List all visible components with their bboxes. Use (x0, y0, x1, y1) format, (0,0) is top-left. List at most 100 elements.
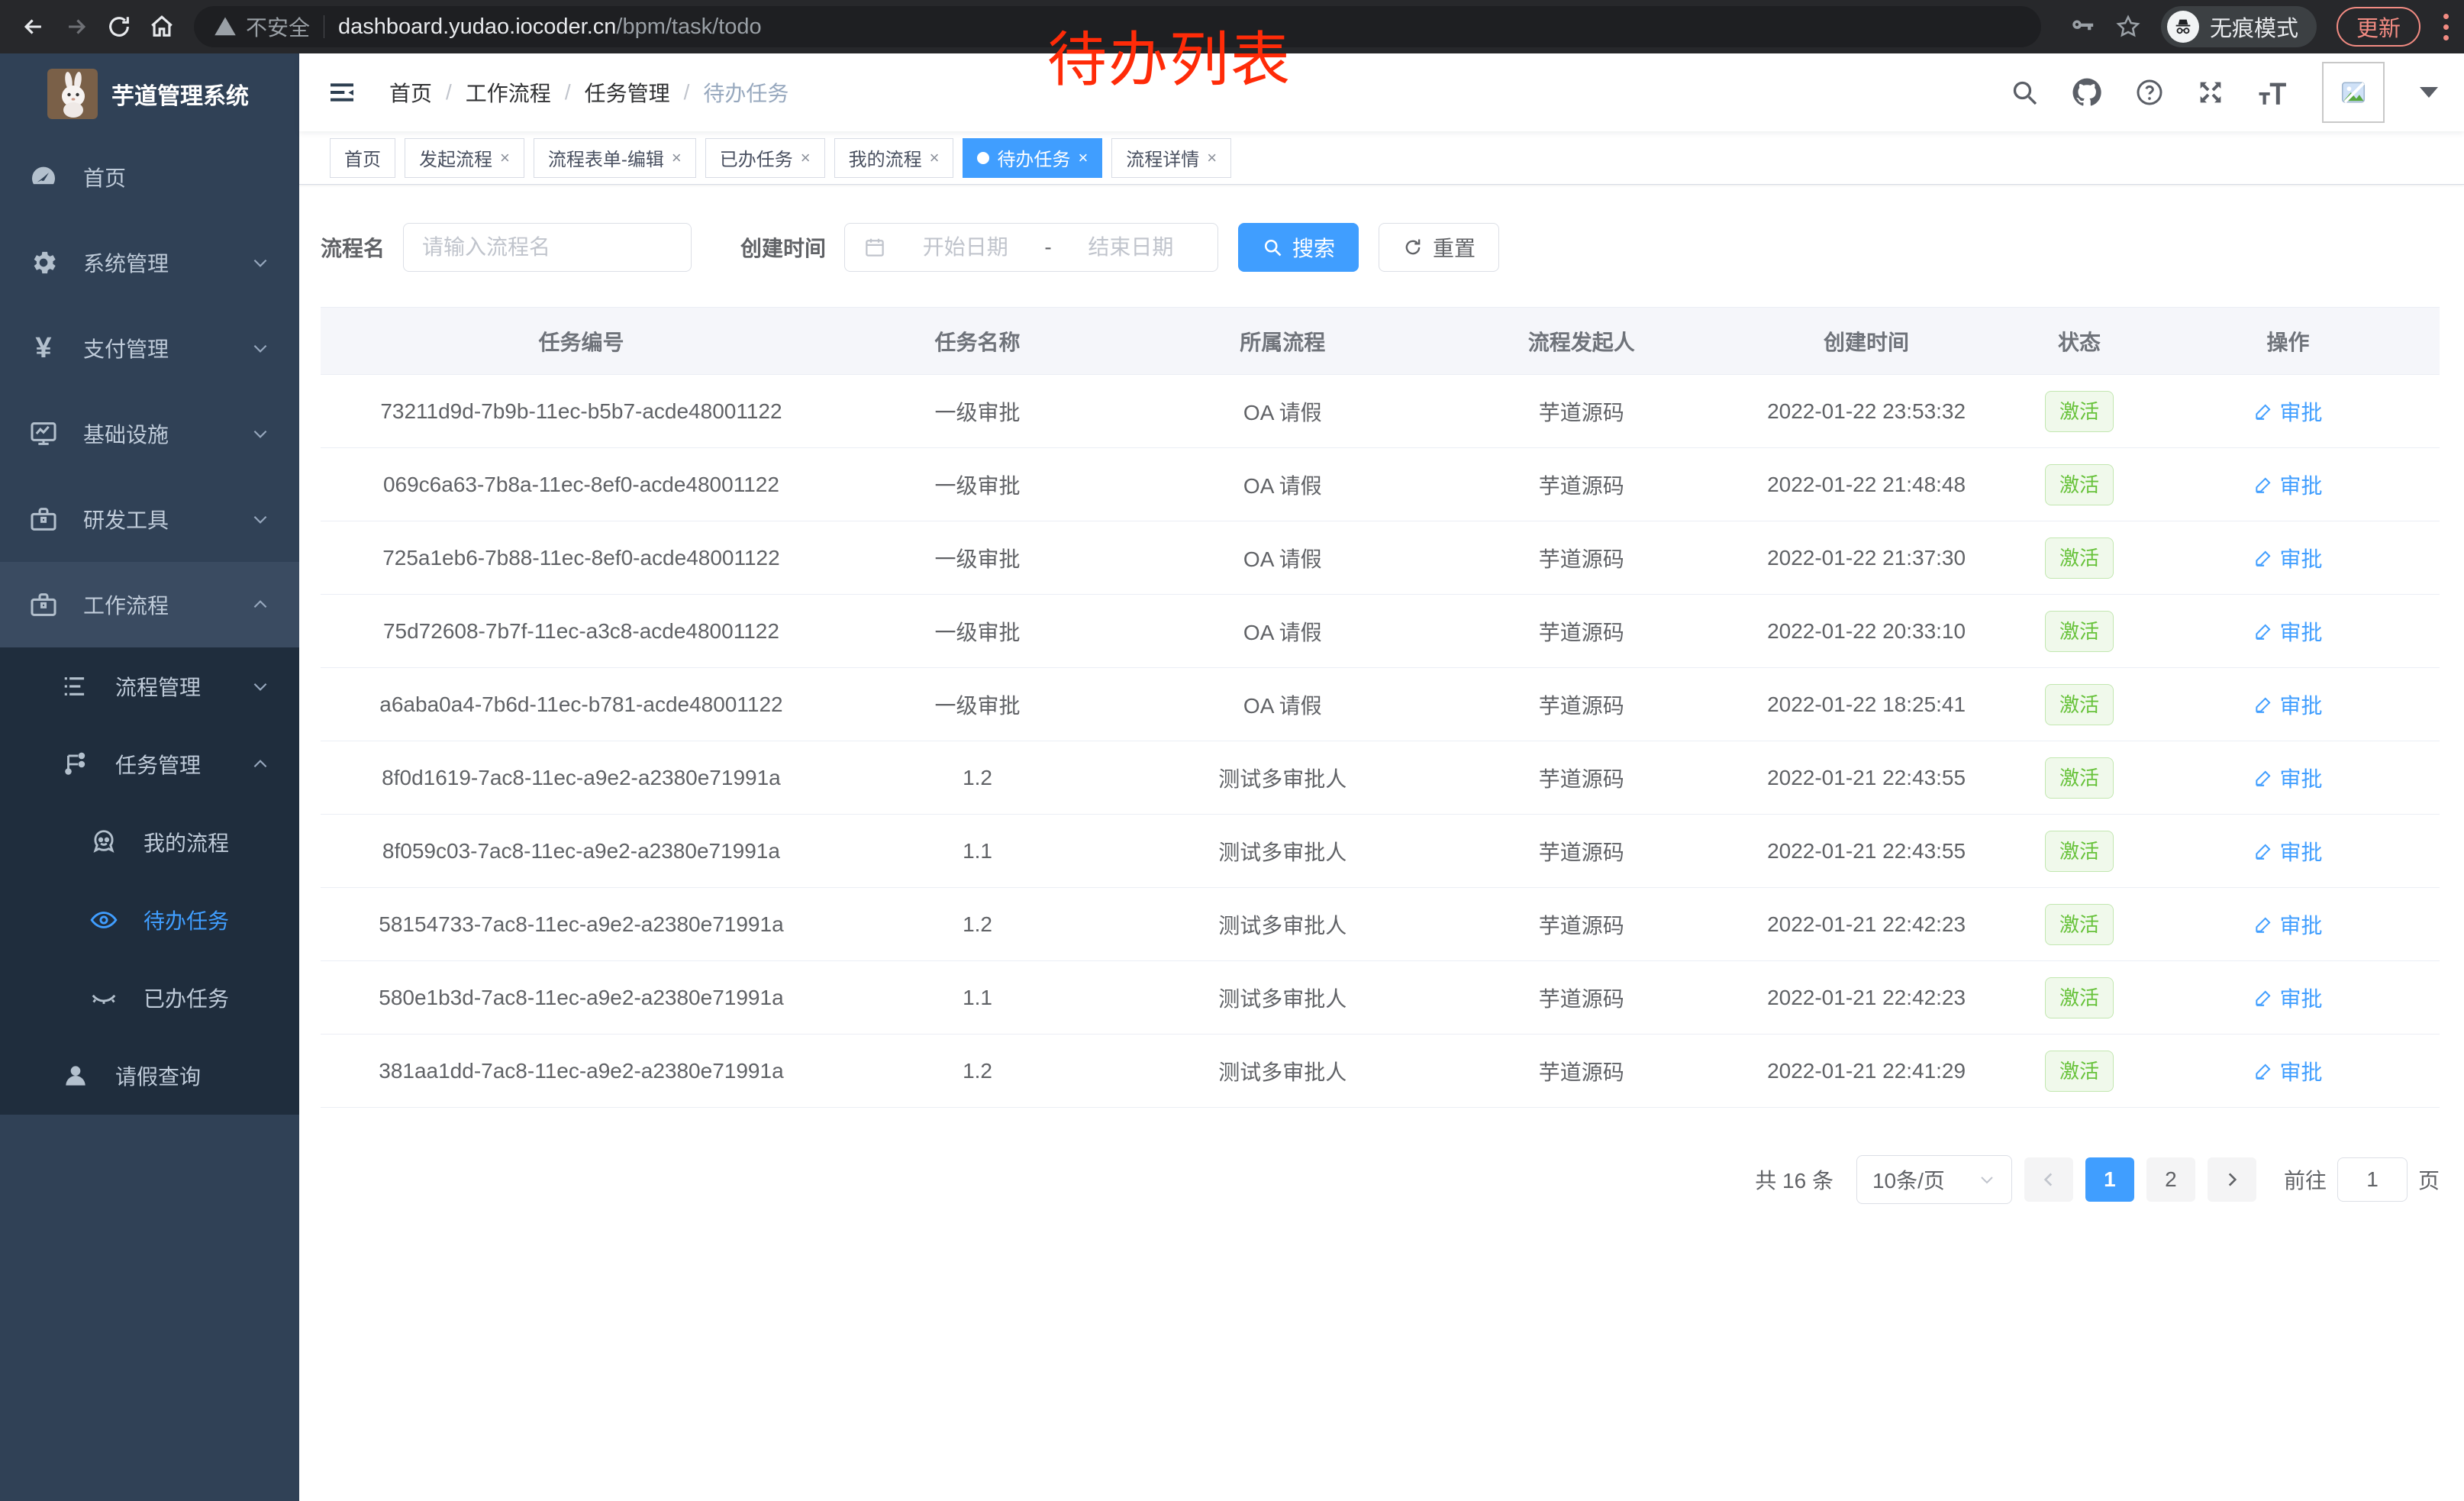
approve-link[interactable]: 审批 (2253, 983, 2322, 1013)
approve-link[interactable]: 审批 (2253, 836, 2322, 867)
process-name-input[interactable] (422, 235, 672, 260)
breadcrumb-workflow[interactable]: 工作流程 (466, 77, 551, 108)
goto-suffix: 页 (2418, 1164, 2440, 1195)
github-icon[interactable] (2070, 76, 2104, 109)
status-badge: 激活 (2045, 611, 2114, 652)
browser-reload-button[interactable] (98, 5, 140, 48)
app-logo-row[interactable]: 芋道管理系统 (0, 53, 299, 134)
status-badge: 激活 (2045, 464, 2114, 505)
page-button-2[interactable]: 2 (2146, 1157, 2195, 1202)
sidebar-item-infrastructure[interactable]: 基础设施 (0, 391, 299, 476)
url-path: /bpm/task/todo (616, 15, 761, 40)
briefcase-icon (25, 589, 62, 620)
sidebar-item-workflow[interactable]: 工作流程 (0, 562, 299, 647)
tab-home[interactable]: 首页 (330, 138, 395, 178)
help-icon[interactable] (2134, 77, 2165, 108)
prev-page-button[interactable] (2024, 1157, 2073, 1202)
close-icon[interactable]: × (1207, 148, 1217, 168)
browser-back-button[interactable] (12, 5, 55, 48)
sidebar-item-done-tasks[interactable]: 已办任务 (0, 959, 299, 1037)
approve-link[interactable]: 审批 (2253, 543, 2322, 573)
start-date-input[interactable] (897, 235, 1034, 260)
password-key-icon[interactable] (2069, 14, 2095, 40)
sidebar-item-task-management[interactable]: 任务管理 (0, 725, 299, 803)
table-row: 75d72608-7b7f-11ec-a3c8-acde48001122一级审批… (321, 595, 2440, 668)
approve-link[interactable]: 审批 (2253, 763, 2322, 793)
pagination-total: 共 16 条 (1755, 1164, 1833, 1195)
sidebar-collapse-icon[interactable] (321, 71, 363, 114)
sidebar-item-todo-tasks[interactable]: 待办任务 (0, 881, 299, 959)
sidebar-item-payment[interactable]: ¥ 支付管理 (0, 305, 299, 391)
tab-done-tasks[interactable]: 已办任务× (705, 138, 825, 178)
approve-link[interactable]: 审批 (2253, 909, 2322, 940)
search-icon[interactable] (2009, 77, 2040, 108)
page-content: 流程名 创建时间 - 搜索 (299, 185, 2464, 1501)
tab-process-form-edit[interactable]: 流程表单-编辑× (534, 138, 696, 178)
close-icon[interactable]: × (1078, 148, 1088, 168)
col-task-id: 任务编号 (321, 308, 842, 375)
sidebar-item-my-process[interactable]: 我的流程 (0, 803, 299, 881)
table-row: 8f0d1619-7ac8-11ec-a9e2-a2380e71991a1.2测… (321, 741, 2440, 815)
sidebar-item-leave-query[interactable]: 请假查询 (0, 1037, 299, 1115)
close-icon[interactable]: × (801, 148, 811, 168)
chevron-down-icon (250, 424, 270, 444)
tab-start-process[interactable]: 发起流程× (405, 138, 524, 178)
chevron-down-icon (250, 338, 270, 358)
not-secure-label: 不安全 (246, 11, 310, 42)
chevron-up-icon (250, 595, 270, 615)
status-badge: 激活 (2045, 977, 2114, 1018)
sidebar-item-system[interactable]: 系统管理 (0, 220, 299, 305)
col-created: 创建时间 (1711, 308, 2022, 375)
approve-link[interactable]: 审批 (2253, 616, 2322, 647)
search-button[interactable]: 搜索 (1238, 223, 1359, 272)
goto-label: 前往 (2284, 1164, 2327, 1195)
approve-link[interactable]: 审批 (2253, 396, 2322, 427)
end-date-input[interactable] (1063, 235, 1199, 260)
close-icon[interactable]: × (672, 148, 682, 168)
font-size-icon[interactable] (2256, 77, 2291, 108)
status-badge: 激活 (2045, 757, 2114, 799)
tree-list-icon (57, 672, 94, 701)
breadcrumb-task-management[interactable]: 任务管理 (585, 77, 670, 108)
next-page-button[interactable] (2208, 1157, 2256, 1202)
approve-link[interactable]: 审批 (2253, 689, 2322, 720)
close-icon[interactable]: × (500, 148, 510, 168)
browser-update-button[interactable]: 更新 (2337, 7, 2420, 47)
process-name-input-wrap (403, 223, 692, 272)
tab-todo-tasks[interactable]: 待办任务× (963, 138, 1102, 178)
date-range-picker[interactable]: - (844, 223, 1218, 272)
user-menu-caret-icon[interactable] (2420, 87, 2438, 98)
toolbox-icon (25, 504, 62, 534)
avatar[interactable] (2322, 62, 2385, 123)
app-title: 芋道管理系统 (111, 77, 249, 111)
yen-icon: ¥ (25, 332, 62, 365)
tab-my-process[interactable]: 我的流程× (834, 138, 954, 178)
goto-page-input[interactable] (2337, 1157, 2408, 1202)
browser-home-button[interactable] (140, 5, 183, 48)
bookmark-star-icon[interactable] (2115, 14, 2141, 40)
monitor-chart-icon (25, 418, 62, 449)
fullscreen-icon[interactable] (2195, 77, 2226, 108)
approve-link[interactable]: 审批 (2253, 1056, 2322, 1086)
top-navbar: 首页 / 工作流程 / 任务管理 / 待办任务 (299, 53, 2464, 131)
browser-menu-icon[interactable] (2440, 11, 2452, 44)
breadcrumb-current: 待办任务 (703, 77, 789, 108)
tab-process-detail[interactable]: 流程详情× (1111, 138, 1231, 178)
table-row: 381aa1dd-7ac8-11ec-a9e2-a2380e71991a1.2测… (321, 1035, 2440, 1108)
breadcrumb-home[interactable]: 首页 (389, 77, 432, 108)
create-time-label: 创建时间 (740, 232, 826, 263)
browser-forward-button[interactable] (55, 5, 98, 48)
gear-icon (25, 247, 62, 278)
approve-link[interactable]: 审批 (2253, 470, 2322, 500)
chevron-down-icon (1978, 1170, 1996, 1189)
sidebar-item-home[interactable]: 首页 (0, 134, 299, 220)
reset-button[interactable]: 重置 (1379, 223, 1499, 272)
pagination: 共 16 条 10条/页 1 2 前往 页 (321, 1155, 2440, 1204)
page-size-select[interactable]: 10条/页 (1856, 1155, 2012, 1204)
sidebar-item-process-management[interactable]: 流程管理 (0, 647, 299, 725)
close-icon[interactable]: × (930, 148, 940, 168)
chevron-down-icon (250, 253, 270, 273)
table-header-row: 任务编号 任务名称 所属流程 流程发起人 创建时间 状态 操作 (321, 308, 2440, 375)
sidebar-item-dev-tools[interactable]: 研发工具 (0, 476, 299, 562)
page-button-1[interactable]: 1 (2085, 1157, 2134, 1202)
